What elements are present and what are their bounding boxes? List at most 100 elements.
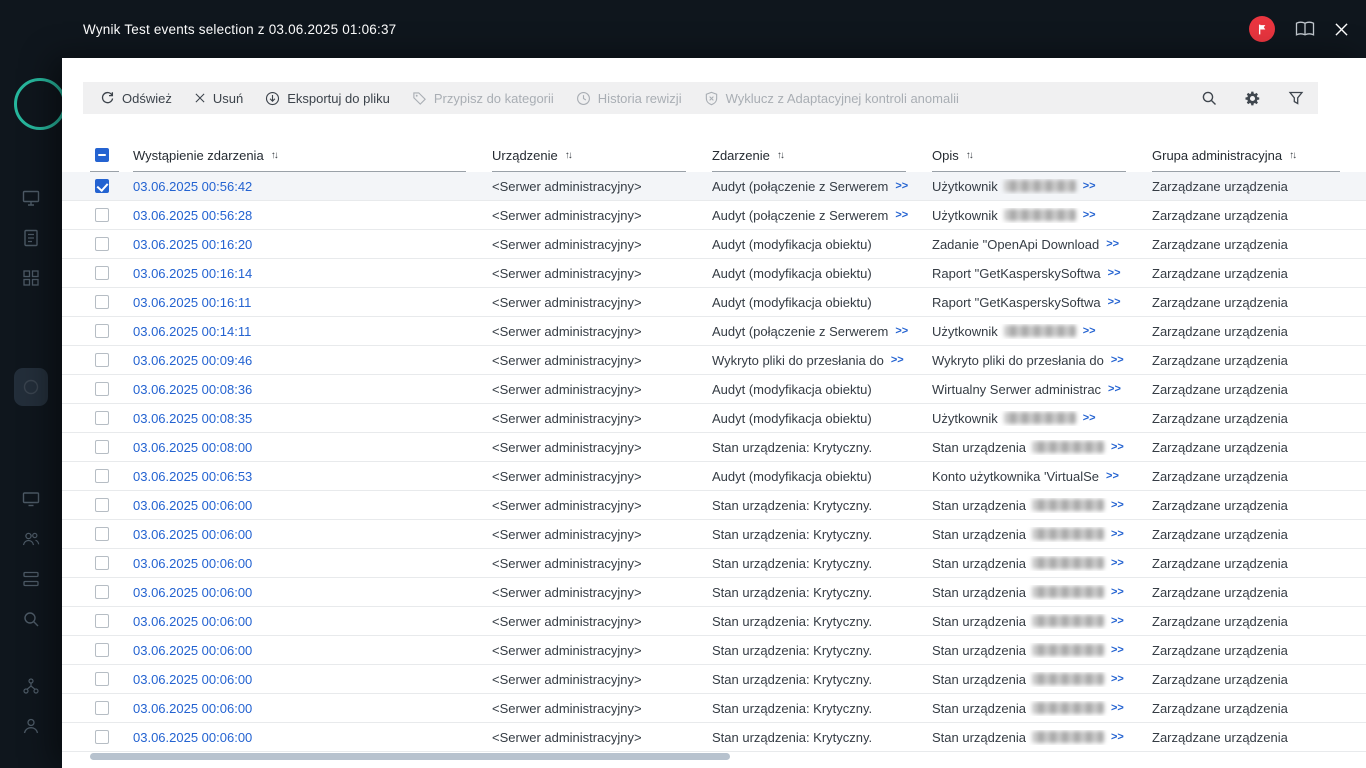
settings-gear-icon[interactable] bbox=[1244, 90, 1261, 107]
delete-button[interactable]: Usuń bbox=[183, 82, 254, 114]
event-time-link[interactable]: 03.06.2025 00:06:00 bbox=[133, 585, 252, 600]
row-checkbox[interactable] bbox=[95, 469, 109, 483]
devices-icon[interactable] bbox=[22, 490, 40, 508]
desc-more-link[interactable]: >> bbox=[1106, 470, 1119, 482]
table-row[interactable]: 03.06.2025 00:08:00 <Serwer administracy… bbox=[62, 433, 1366, 462]
event-time-link[interactable]: 03.06.2025 00:08:35 bbox=[133, 411, 252, 426]
event-time-link[interactable]: 03.06.2025 00:56:42 bbox=[133, 179, 252, 194]
row-checkbox[interactable] bbox=[95, 440, 109, 454]
event-time-link[interactable]: 03.06.2025 00:06:00 bbox=[133, 498, 252, 513]
event-time-link[interactable]: 03.06.2025 00:06:53 bbox=[133, 469, 252, 484]
sort-icon[interactable]: ↑↓ bbox=[271, 150, 279, 161]
table-row[interactable]: 03.06.2025 00:06:00 <Serwer administracy… bbox=[62, 607, 1366, 636]
event-time-link[interactable]: 03.06.2025 00:09:46 bbox=[133, 353, 252, 368]
desc-more-link[interactable]: >> bbox=[1111, 557, 1124, 569]
export-button[interactable]: Eksportuj do pliku bbox=[254, 82, 401, 114]
desc-more-link[interactable]: >> bbox=[1083, 180, 1096, 192]
help-book-icon[interactable] bbox=[1295, 21, 1315, 37]
table-row[interactable]: 03.06.2025 00:06:00 <Serwer administracy… bbox=[62, 636, 1366, 665]
desc-more-link[interactable]: >> bbox=[1111, 354, 1124, 366]
table-row[interactable]: 03.06.2025 00:06:00 <Serwer administracy… bbox=[62, 549, 1366, 578]
table-row[interactable]: 03.06.2025 00:06:00 <Serwer administracy… bbox=[62, 723, 1366, 752]
desc-more-link[interactable]: >> bbox=[1083, 209, 1096, 221]
event-time-link[interactable]: 03.06.2025 00:16:20 bbox=[133, 237, 252, 252]
reports-icon[interactable] bbox=[22, 229, 40, 247]
event-time-link[interactable]: 03.06.2025 00:06:00 bbox=[133, 701, 252, 716]
event-time-link[interactable]: 03.06.2025 00:08:36 bbox=[133, 382, 252, 397]
table-row[interactable]: 03.06.2025 00:56:42 <Serwer administracy… bbox=[62, 172, 1366, 201]
sort-icon[interactable]: ↑↓ bbox=[565, 150, 573, 161]
desc-more-link[interactable]: >> bbox=[1111, 586, 1124, 598]
table-row[interactable]: 03.06.2025 00:08:35 <Serwer administracy… bbox=[62, 404, 1366, 433]
exclude-anomaly-button[interactable]: Wyklucz z Adaptacyjnej kontroli anomalii bbox=[693, 82, 970, 114]
search-icon[interactable] bbox=[1201, 90, 1217, 106]
row-checkbox[interactable] bbox=[95, 730, 109, 744]
table-row[interactable]: 03.06.2025 00:06:00 <Serwer administracy… bbox=[62, 694, 1366, 723]
desc-more-link[interactable]: >> bbox=[1108, 296, 1121, 308]
filter-icon[interactable] bbox=[1288, 90, 1304, 106]
row-checkbox[interactable] bbox=[95, 266, 109, 280]
revision-history-button[interactable]: Historia rewizji bbox=[565, 82, 693, 114]
row-checkbox[interactable] bbox=[95, 353, 109, 367]
desc-more-link[interactable]: >> bbox=[1108, 267, 1121, 279]
repositories-icon[interactable] bbox=[22, 570, 40, 588]
sidebar-search-icon[interactable] bbox=[22, 610, 40, 628]
desc-more-link[interactable]: >> bbox=[1111, 615, 1124, 627]
row-checkbox[interactable] bbox=[95, 295, 109, 309]
assign-category-button[interactable]: Przypisz do kategorii bbox=[401, 82, 565, 114]
table-row[interactable]: 03.06.2025 00:08:36 <Serwer administracy… bbox=[62, 375, 1366, 404]
sort-icon[interactable]: ↑↓ bbox=[966, 150, 974, 161]
monitoring-icon[interactable] bbox=[22, 189, 40, 207]
row-checkbox[interactable] bbox=[95, 556, 109, 570]
select-all-checkbox[interactable] bbox=[95, 148, 109, 162]
sort-icon[interactable]: ↑↓ bbox=[1289, 150, 1297, 161]
table-row[interactable]: 03.06.2025 00:16:11 <Serwer administracy… bbox=[62, 288, 1366, 317]
desc-more-link[interactable]: >> bbox=[1111, 644, 1124, 656]
close-icon[interactable] bbox=[1335, 22, 1348, 36]
row-checkbox[interactable] bbox=[95, 672, 109, 686]
event-time-link[interactable]: 03.06.2025 00:16:11 bbox=[133, 295, 251, 310]
product-logo-icon[interactable] bbox=[1249, 16, 1275, 42]
row-checkbox[interactable] bbox=[95, 585, 109, 599]
row-checkbox[interactable] bbox=[95, 527, 109, 541]
row-checkbox[interactable] bbox=[95, 179, 109, 193]
event-time-link[interactable]: 03.06.2025 00:08:00 bbox=[133, 440, 252, 455]
desc-more-link[interactable]: >> bbox=[1111, 499, 1124, 511]
table-row[interactable]: 03.06.2025 00:16:20 <Serwer administracy… bbox=[62, 230, 1366, 259]
desc-more-link[interactable]: >> bbox=[1111, 528, 1124, 540]
row-checkbox[interactable] bbox=[95, 614, 109, 628]
desc-more-link[interactable]: >> bbox=[1111, 731, 1124, 743]
table-row[interactable]: 03.06.2025 00:56:28 <Serwer administracy… bbox=[62, 201, 1366, 230]
row-checkbox[interactable] bbox=[95, 643, 109, 657]
event-more-link[interactable]: >> bbox=[895, 209, 908, 221]
table-row[interactable]: 03.06.2025 00:16:14 <Serwer administracy… bbox=[62, 259, 1366, 288]
horizontal-scrollbar[interactable] bbox=[90, 753, 730, 760]
table-row[interactable]: 03.06.2025 00:06:00 <Serwer administracy… bbox=[62, 665, 1366, 694]
event-time-link[interactable]: 03.06.2025 00:06:00 bbox=[133, 527, 252, 542]
apps-grid-icon[interactable] bbox=[22, 269, 40, 287]
table-row[interactable]: 03.06.2025 00:09:46 <Serwer administracy… bbox=[62, 346, 1366, 375]
refresh-button[interactable]: Odśwież bbox=[89, 82, 183, 114]
event-time-link[interactable]: 03.06.2025 00:06:00 bbox=[133, 643, 252, 658]
table-row[interactable]: 03.06.2025 00:06:00 <Serwer administracy… bbox=[62, 578, 1366, 607]
event-time-link[interactable]: 03.06.2025 00:06:00 bbox=[133, 614, 252, 629]
row-checkbox[interactable] bbox=[95, 382, 109, 396]
row-checkbox[interactable] bbox=[95, 208, 109, 222]
event-time-link[interactable]: 03.06.2025 00:06:00 bbox=[133, 730, 252, 745]
row-checkbox[interactable] bbox=[95, 498, 109, 512]
event-time-link[interactable]: 03.06.2025 00:06:00 bbox=[133, 672, 252, 687]
row-checkbox[interactable] bbox=[95, 324, 109, 338]
table-row[interactable]: 03.06.2025 00:06:00 <Serwer administracy… bbox=[62, 520, 1366, 549]
table-row[interactable]: 03.06.2025 00:06:53 <Serwer administracy… bbox=[62, 462, 1366, 491]
event-more-link[interactable]: >> bbox=[895, 180, 908, 192]
users-icon[interactable] bbox=[22, 530, 40, 548]
row-checkbox[interactable] bbox=[95, 411, 109, 425]
event-more-link[interactable]: >> bbox=[895, 325, 908, 337]
desc-more-link[interactable]: >> bbox=[1083, 325, 1096, 337]
sort-icon[interactable]: ↑↓ bbox=[777, 150, 785, 161]
desc-more-link[interactable]: >> bbox=[1111, 673, 1124, 685]
hierarchy-icon[interactable] bbox=[22, 677, 40, 695]
event-time-link[interactable]: 03.06.2025 00:56:28 bbox=[133, 208, 252, 223]
event-more-link[interactable]: >> bbox=[891, 354, 904, 366]
desc-more-link[interactable]: >> bbox=[1111, 702, 1124, 714]
